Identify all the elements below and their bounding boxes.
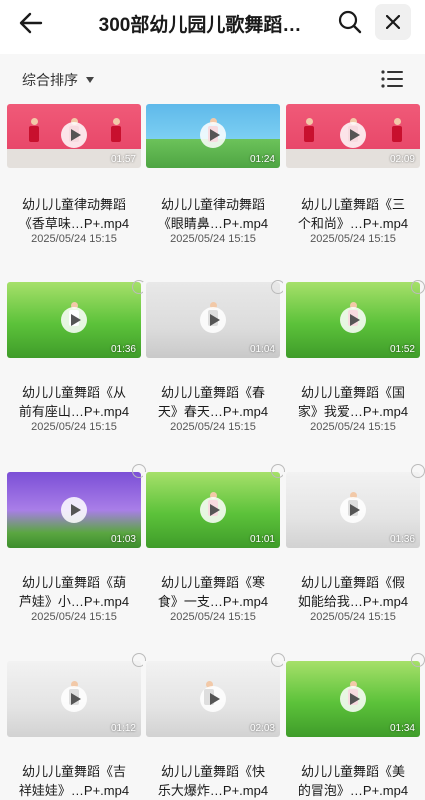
video-title: 幼儿儿童舞蹈《从 前有座山…P+.mp4 xyxy=(18,385,130,419)
video-duration: 01:24 xyxy=(249,154,275,165)
video-duration: 02:03 xyxy=(249,723,275,734)
video-title: 幼儿儿童舞蹈《快 乐大爆炸…P+.mp4 xyxy=(157,764,269,798)
video-title: 幼儿儿童律动舞蹈 《眼睛鼻…P+.mp4 xyxy=(157,197,269,231)
video-duration: 01:04 xyxy=(249,344,275,355)
video-date: 2025/05/24 15:15 xyxy=(170,233,256,245)
video-title: 幼儿儿童舞蹈《三 个和尚》…P+.mp4 xyxy=(297,197,409,231)
video-duration: 01:34 xyxy=(389,723,415,734)
select-checkbox[interactable] xyxy=(411,653,425,667)
video-thumbnail: 01:36 xyxy=(7,282,141,358)
video-thumbnail: 01:12 xyxy=(7,661,141,737)
play-icon xyxy=(200,122,226,148)
video-card[interactable]: 01:03 幼儿儿童舞蹈《葫 芦娃》小…P+.mp4 2025/05/24 15:… xyxy=(4,464,146,623)
video-title: 幼儿儿童舞蹈《吉 祥娃娃》…P+.mp4 xyxy=(18,764,130,798)
video-duration: 01:52 xyxy=(389,344,415,355)
video-thumbnail: 01:24 xyxy=(146,104,280,168)
video-date: 2025/05/24 15:15 xyxy=(31,233,117,245)
page-title: 300部幼儿园儿歌舞蹈… xyxy=(98,15,302,36)
video-thumbnail: 01:04 xyxy=(146,282,280,358)
video-title: 幼儿儿童舞蹈《葫 芦娃》小…P+.mp4 xyxy=(18,575,130,609)
video-date: 2025/05/24 15:15 xyxy=(31,421,117,433)
play-icon xyxy=(61,497,87,523)
play-icon xyxy=(200,497,226,523)
play-icon xyxy=(340,307,366,333)
search-icon xyxy=(338,10,362,34)
video-duration: 01:36 xyxy=(110,344,136,355)
video-duration: 02:09 xyxy=(389,154,415,165)
play-icon xyxy=(61,122,87,148)
video-card[interactable]: 01:12 幼儿儿童舞蹈《吉 祥娃娃》…P+.mp4 xyxy=(4,653,146,800)
video-title: 幼儿儿童舞蹈《假 如能给我…P+.mp4 xyxy=(297,575,409,609)
play-icon xyxy=(61,307,87,333)
video-card[interactable]: 02:09 幼儿儿童舞蹈《三 个和尚》…P+.mp4 2025/05/24 15:… xyxy=(283,104,423,245)
close-icon xyxy=(386,15,400,29)
play-icon xyxy=(200,686,226,712)
video-title: 幼儿儿童舞蹈《国 家》我爱…P+.mp4 xyxy=(297,385,409,419)
search-button[interactable] xyxy=(334,6,366,38)
video-duration: 01:36 xyxy=(389,534,415,545)
video-thumbnail: 01:52 xyxy=(286,282,420,358)
video-card[interactable]: 01:01 幼儿儿童舞蹈《寒 食》一支…P+.mp4 2025/05/24 15:… xyxy=(143,464,285,623)
play-icon xyxy=(340,497,366,523)
video-card[interactable]: 02:03 幼儿儿童舞蹈《快 乐大爆炸…P+.mp4 xyxy=(143,653,285,800)
video-title: 幼儿儿童舞蹈《春 天》春天…P+.mp4 xyxy=(157,385,269,419)
video-title: 幼儿儿童舞蹈《寒 食》一支…P+.mp4 xyxy=(157,575,269,609)
list-view-toggle[interactable] xyxy=(380,69,404,89)
play-icon xyxy=(200,307,226,333)
top-bar: 300部幼儿园儿歌舞蹈… xyxy=(0,0,425,46)
select-checkbox[interactable] xyxy=(411,280,425,294)
play-icon xyxy=(340,686,366,712)
video-thumbnail: 01:01 xyxy=(146,472,280,548)
caret-down-icon xyxy=(86,77,94,83)
video-date: 2025/05/24 15:15 xyxy=(310,611,396,623)
back-button[interactable] xyxy=(14,6,48,40)
video-duration: 01:12 xyxy=(110,723,136,734)
video-card[interactable]: 01:04 幼儿儿童舞蹈《春 天》春天…P+.mp4 2025/05/24 15:… xyxy=(143,280,285,433)
video-date: 2025/05/24 15:15 xyxy=(170,421,256,433)
video-duration: 01:03 xyxy=(110,534,136,545)
sort-toolbar: 综合排序 xyxy=(0,54,425,104)
sort-dropdown[interactable]: 综合排序 xyxy=(22,70,94,90)
video-thumbnail: 02:09 xyxy=(286,104,420,168)
video-card[interactable]: 01:24 幼儿儿童律动舞蹈 《眼睛鼻…P+.mp4 2025/05/24 15:… xyxy=(143,104,283,245)
video-title: 幼儿儿童律动舞蹈 《香草味…P+.mp4 xyxy=(18,197,130,231)
video-date: 2025/05/24 15:15 xyxy=(31,611,117,623)
video-card[interactable]: 01:52 幼儿儿童舞蹈《国 家》我爱…P+.mp4 2025/05/24 15:… xyxy=(283,280,425,433)
arrow-left-icon xyxy=(19,12,43,34)
video-thumbnail: 01:34 xyxy=(286,661,420,737)
close-button[interactable] xyxy=(375,4,411,40)
video-duration: 01:57 xyxy=(110,154,136,165)
video-card[interactable]: 01:36 幼儿儿童舞蹈《从 前有座山…P+.mp4 2025/05/24 15:… xyxy=(4,280,146,433)
list-view-icon xyxy=(381,70,403,88)
video-title: 幼儿儿童舞蹈《美 的冒泡》…P+.mp4 xyxy=(297,764,409,798)
play-icon xyxy=(61,686,87,712)
video-date: 2025/05/24 15:15 xyxy=(310,421,396,433)
select-checkbox[interactable] xyxy=(411,464,425,478)
video-date: 2025/05/24 15:15 xyxy=(310,233,396,245)
video-grid: 01:57 幼儿儿童律动舞蹈 《香草味…P+.mp4 2025/05/24 15:… xyxy=(0,104,425,800)
video-thumbnail: 02:03 xyxy=(146,661,280,737)
video-date: 2025/05/24 15:15 xyxy=(170,611,256,623)
play-icon xyxy=(340,122,366,148)
video-thumbnail: 01:57 xyxy=(7,104,141,168)
video-card[interactable]: 01:36 幼儿儿童舞蹈《假 如能给我…P+.mp4 2025/05/24 15:… xyxy=(283,464,425,623)
video-thumbnail: 01:03 xyxy=(7,472,141,548)
sort-label: 综合排序 xyxy=(22,72,78,88)
video-card[interactable]: 01:57 幼儿儿童律动舞蹈 《香草味…P+.mp4 2025/05/24 15:… xyxy=(4,104,144,245)
video-duration: 01:01 xyxy=(249,534,275,545)
video-thumbnail: 01:36 xyxy=(286,472,420,548)
video-card[interactable]: 01:34 幼儿儿童舞蹈《美 的冒泡》…P+.mp4 xyxy=(283,653,425,800)
